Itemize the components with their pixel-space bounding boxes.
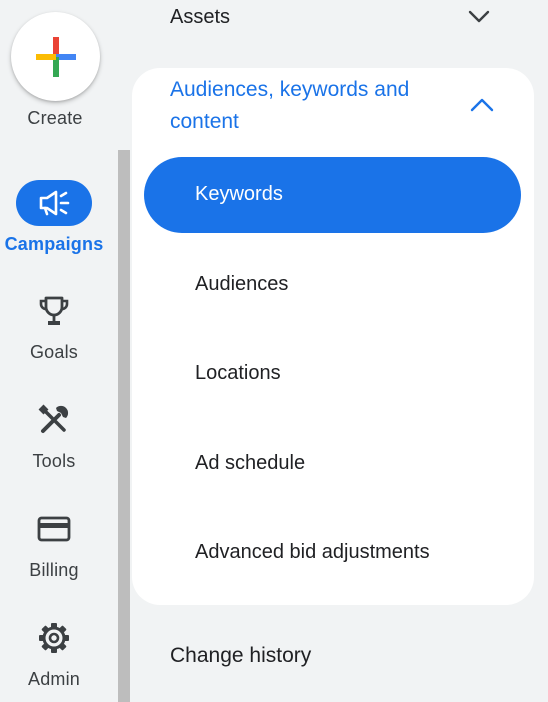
change-history-label: Change history	[170, 644, 312, 667]
sub-item-label: Locations	[195, 362, 281, 384]
sub-item-label: Ad schedule	[195, 452, 306, 474]
nav-icon-holder	[16, 506, 92, 552]
nav-item-admin[interactable]: Admin	[0, 615, 108, 690]
sub-item-label: Advanced bid adjustments	[195, 541, 430, 563]
menu-item-change-history[interactable]: Change history	[170, 644, 500, 672]
nav-label-tools: Tools	[32, 451, 76, 471]
nav-item-goals[interactable]: Goals	[0, 288, 108, 363]
nav-icon-holder	[16, 288, 92, 334]
section-header-audiences-keywords-content[interactable]: Audiences, keywords and content	[170, 74, 530, 138]
nav-icon-pill	[16, 180, 92, 226]
gear-icon	[39, 623, 69, 653]
nav-item-billing[interactable]: Billing	[0, 506, 108, 581]
sub-item-ad-schedule[interactable]: Ad schedule	[144, 426, 521, 502]
credit-card-icon	[37, 516, 71, 542]
menu-item-assets[interactable]: Assets	[170, 4, 500, 32]
megaphone-icon	[39, 190, 70, 216]
chevron-up-icon	[470, 98, 494, 112]
sub-item-audiences[interactable]: Audiences	[144, 247, 521, 323]
tools-icon	[38, 404, 69, 433]
nav-label-campaigns: Campaigns	[4, 234, 104, 254]
sub-item-label: Keywords	[195, 183, 283, 205]
navigation-rail: Create Campaigns Goals Tools Billing Adm…	[0, 0, 118, 702]
nav-label-admin: Admin	[27, 669, 81, 689]
scrollbar[interactable]	[118, 150, 130, 702]
create-button[interactable]	[11, 12, 100, 101]
sub-item-locations[interactable]: Locations	[144, 336, 521, 412]
sub-item-label: Audiences	[195, 273, 289, 295]
sub-item-keywords[interactable]: Keywords	[144, 157, 521, 233]
create-label: Create	[27, 108, 83, 128]
sub-item-advanced-bid-adjustments[interactable]: Advanced bid adjustments	[144, 515, 521, 591]
nav-label-goals: Goals	[29, 342, 79, 362]
chevron-down-icon	[468, 10, 490, 23]
nav-item-campaigns[interactable]: Campaigns	[0, 180, 108, 255]
nav-label-billing: Billing	[29, 560, 79, 580]
trophy-icon	[39, 296, 69, 325]
nav-icon-holder	[16, 615, 92, 661]
assets-label: Assets	[170, 6, 231, 28]
expanded-section-card: Audiences, keywords and content Keywords…	[132, 68, 534, 605]
nav-item-tools[interactable]: Tools	[0, 397, 108, 472]
section-title: Audiences, keywords and content	[170, 78, 410, 133]
plus-icon	[36, 37, 76, 77]
nav-icon-holder	[16, 397, 92, 443]
